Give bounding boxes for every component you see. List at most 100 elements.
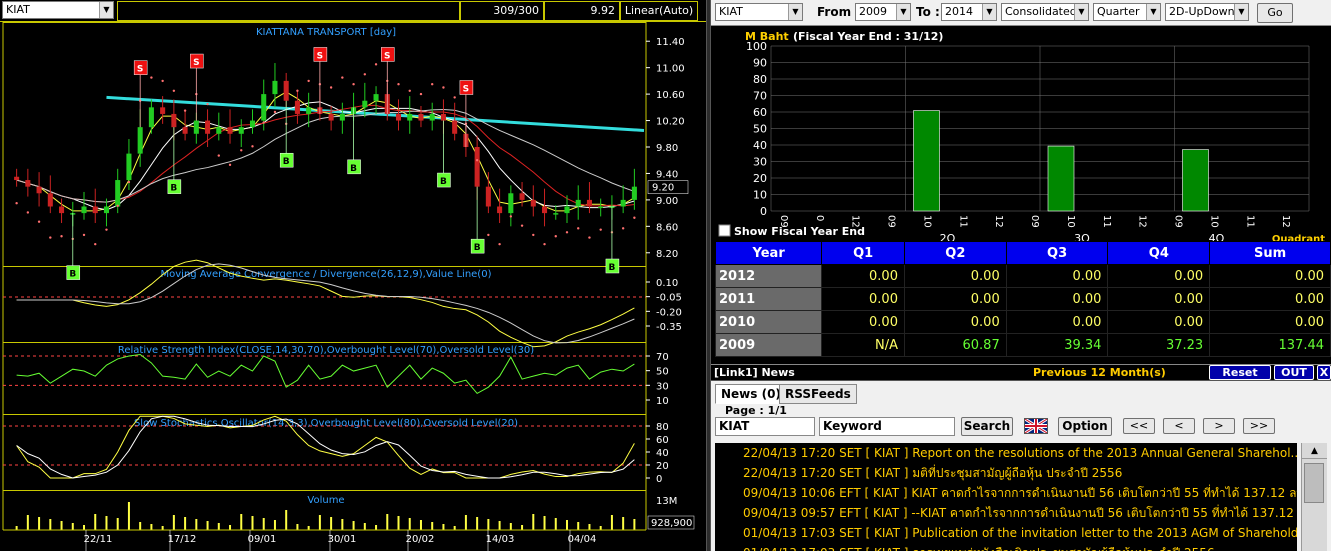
rsi-tick-label: 50: [656, 367, 669, 378]
cell-year: 2009: [714, 333, 823, 357]
tab-rssfeeds[interactable]: RSSFeeds: [779, 384, 857, 404]
rsi-tick-label: 10: [656, 396, 669, 407]
last-page-button[interactable]: >>: [1243, 418, 1275, 434]
price-tick-label: 9.40: [656, 169, 678, 180]
news-item[interactable]: 09/04/13 10:06 EFT [ KIAT ] KIAT คาดกำไร…: [715, 483, 1297, 503]
news-scrollbar[interactable]: ▲: [1301, 443, 1327, 551]
scroll-up-icon[interactable]: ▲: [1302, 443, 1327, 459]
scroll-thumb[interactable]: [1304, 463, 1324, 503]
close-icon[interactable]: X: [1317, 365, 1331, 380]
prev-page-button[interactable]: <: [1163, 418, 1195, 434]
from-label: From :: [817, 5, 861, 19]
fundamental-toolbar: KIAT ▼ From : 2009 ▼ To : 2014 ▼ Consoli…: [711, 0, 1331, 26]
keyword-input[interactable]: Keyword: [819, 417, 955, 436]
price-chart-title: KIATTANA TRANSPORT [day]: [256, 27, 396, 38]
fund-y-tick-label: 60: [753, 106, 767, 119]
candle-body: [586, 199, 592, 207]
news-item[interactable]: 01/04/13 17:03 SET [ KIAT ] การเผยแพร่หน…: [715, 543, 1297, 551]
candle-body: [283, 80, 289, 101]
candle-body: [620, 199, 626, 207]
candle-body: [216, 127, 222, 134]
symbol-select[interactable]: KIAT ▼: [2, 1, 114, 19]
candle-body: [519, 193, 525, 200]
chevron-down-icon[interactable]: ▼: [1234, 4, 1248, 20]
candle-body: [115, 180, 121, 207]
next-page-button[interactable]: >: [1203, 418, 1235, 434]
fund-symbol-value: KIAT: [719, 5, 743, 18]
candle-body: [294, 100, 300, 114]
sar-dot: [633, 216, 636, 219]
price-tick-label: 10.20: [656, 117, 685, 128]
x-tick-label: 20/02: [406, 534, 435, 545]
news-item[interactable]: 09/04/13 09:57 EFT [ KIAT ] --KIAT คาดกำ…: [715, 503, 1297, 523]
news-list[interactable]: 22/04/13 17:20 SET [ KIAT ] Report on th…: [715, 443, 1297, 551]
candle-body: [137, 127, 143, 154]
x-tick-label: 22/11: [84, 534, 113, 545]
reset-button[interactable]: Reset: [1209, 365, 1271, 380]
candle-body: [575, 199, 581, 207]
fund-x-tick-label: 10: [1065, 215, 1076, 228]
candle-body: [205, 120, 211, 134]
go-button[interactable]: Go: [1257, 3, 1293, 23]
news-item[interactable]: 01/04/13 17:03 SET [ KIAT ] Publication …: [715, 523, 1297, 543]
col-q2: Q2: [903, 241, 1007, 265]
candle-body: [238, 127, 244, 134]
to-year-select[interactable]: 2014 ▼: [941, 3, 997, 21]
chevron-down-icon[interactable]: ▼: [788, 4, 802, 20]
cell-q3: 0.00: [1005, 287, 1109, 311]
col-q1: Q1: [821, 241, 905, 265]
buy-signal-label: B: [170, 184, 177, 194]
fundamental-panel: KIAT ▼ From : 2009 ▼ To : 2014 ▼ Consoli…: [711, 0, 1331, 551]
sar-dot: [374, 63, 378, 66]
sar-dot: [60, 235, 63, 238]
out-button[interactable]: OUT: [1274, 365, 1314, 380]
candle-body: [362, 100, 368, 108]
chevron-down-icon[interactable]: ▼: [896, 4, 910, 20]
scale-mode[interactable]: Linear(Auto): [620, 1, 698, 21]
buy-signal-label: B: [69, 270, 76, 280]
volume-bar: [543, 516, 546, 530]
news-item[interactable]: 22/04/13 17:20 SET [ KIAT ] Report on th…: [715, 443, 1297, 463]
candle-body: [452, 120, 458, 134]
bar-count: 309/300: [460, 1, 544, 21]
volume-title: Volume: [307, 495, 344, 506]
volume-tick-label: 13M: [656, 496, 677, 507]
sar-dot: [453, 96, 456, 99]
volume-bar: [318, 515, 321, 530]
stoch-tick-label: 80: [656, 422, 669, 433]
tab-news[interactable]: News (0): [715, 384, 787, 404]
cell-q1: 0.00: [821, 287, 905, 311]
candle-body: [148, 107, 154, 128]
stock-chart[interactable]: KIATTANA TRANSPORT [day] 11.40 11.00 10.60…: [0, 22, 706, 551]
fund-y-tick-label: 80: [753, 73, 767, 86]
news-item[interactable]: 22/04/13 17:20 SET [ KIAT ] มติที่ประชุม…: [715, 463, 1297, 483]
toolbar-blank-cell: [117, 1, 460, 21]
chevron-down-icon[interactable]: ▼: [99, 2, 113, 18]
search-button[interactable]: Search: [961, 417, 1013, 436]
volume-bar: [521, 525, 524, 530]
first-page-button[interactable]: <<: [1123, 418, 1155, 434]
fund-y-tick-label: 100: [746, 40, 767, 53]
period-select[interactable]: Quarter ▼: [1093, 3, 1161, 21]
volume-bar: [622, 517, 625, 530]
news-symbol-input[interactable]: KIAT: [715, 417, 815, 436]
chevron-down-icon[interactable]: ▼: [982, 4, 996, 20]
volume-bar: [408, 518, 411, 530]
fund-symbol-select[interactable]: KIAT ▼: [715, 3, 803, 21]
uk-flag-icon[interactable]: [1024, 417, 1048, 435]
volume-bar: [296, 524, 299, 530]
consolidation-select[interactable]: Consolidated ▼: [1001, 3, 1089, 21]
volume-bar: [60, 521, 63, 530]
chevron-down-icon[interactable]: ▼: [1146, 4, 1160, 20]
sar-dot: [172, 89, 176, 93]
view-select[interactable]: 2D-UpDown ▼: [1165, 3, 1249, 21]
from-year-select[interactable]: 2009 ▼: [855, 3, 911, 21]
chevron-down-icon[interactable]: ▼: [1074, 4, 1088, 20]
volume-bar: [498, 521, 501, 530]
period-value: Quarter: [1097, 5, 1140, 18]
candle-body: [36, 186, 42, 194]
option-button[interactable]: Option: [1058, 417, 1112, 436]
fiscal-checkbox[interactable]: [718, 224, 731, 237]
view-value: 2D-UpDown: [1169, 5, 1235, 18]
fund-x-tick-label: 0: [814, 215, 825, 221]
